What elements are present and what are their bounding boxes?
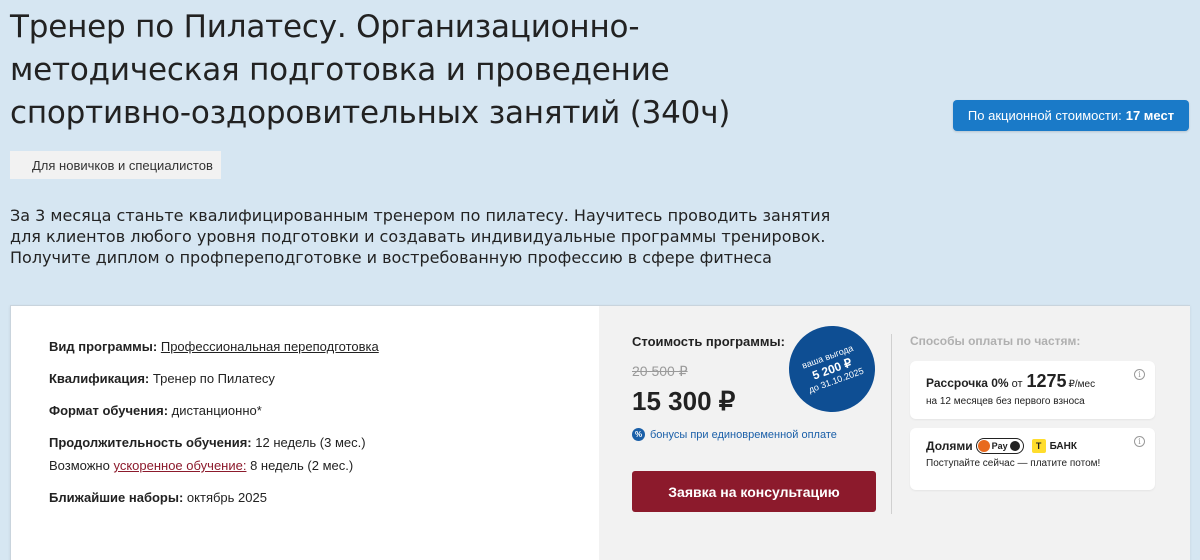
consultation-button[interactable]: Заявка на консультацию (632, 471, 876, 512)
bonus-link[interactable]: % бонусы при единовременной оплате (632, 428, 837, 441)
course-description: За 3 месяца станьте квалифицированным тр… (10, 206, 831, 267)
program-type-link[interactable]: Профессиональная переподготовка (161, 339, 379, 354)
format-row: Формат обучения: дистанционно* (49, 402, 379, 419)
accelerated-row: Возможно ускоренное обучение: 8 недель (… (49, 457, 379, 474)
installment-amount: 1275 (1026, 371, 1067, 391)
bonus-text: бонусы при единовременной оплате (650, 428, 837, 441)
program-type-row: Вид программы: Профессиональная переподг… (49, 338, 379, 355)
promo-badge: По акционной стоимости: 17 мест (953, 100, 1189, 131)
info-icon[interactable]: i (1134, 436, 1145, 447)
tbank-shield-icon: T (1031, 439, 1046, 453)
promo-prefix: По акционной стоимости: (967, 108, 1122, 123)
qualification-row: Квалификация: Тренер по Пилатесу (49, 370, 379, 387)
program-card: Вид программы: Профессиональная переподг… (10, 305, 1190, 560)
duration-value: 12 недель (3 мес.) (255, 435, 366, 450)
enrollment-value: октябрь 2025 (186, 490, 267, 505)
accelerated-link[interactable]: ускоренное обучение: (113, 458, 246, 473)
accelerated-value: 8 недель (2 мес.) (250, 458, 354, 473)
saving-badge: ваша выгода 5 200 ₽ до 31.10.2025 (776, 313, 888, 425)
price-label: Стоимость программы: (632, 334, 785, 349)
old-price: 20 500 ₽ (632, 363, 688, 379)
dolami-card[interactable]: Долями Pay T БАНК Поступайте сейчас — пл… (910, 428, 1155, 490)
installment-label: Рассрочка 0% (926, 376, 1009, 390)
tbank-name: БАНК (1049, 440, 1077, 452)
installment-sub: на 12 месяцев без первого взноса (926, 396, 1085, 407)
pricing-panel: Стоимость программы: 20 500 ₽ 15 300 ₽ в… (599, 306, 1190, 560)
audience-tag: Для новичков и специалистов (10, 151, 221, 179)
tbank-logo: T БАНК (1031, 439, 1077, 453)
page-title: Тренер по Пилатесу. Организационно-метод… (10, 9, 731, 131)
enrollment-label: Ближайшие наборы: (49, 490, 184, 505)
divider (891, 334, 892, 514)
percent-icon: % (632, 428, 645, 441)
format-label: Формат обучения: (49, 403, 169, 418)
dolami-pay-logo-icon: Pay (975, 438, 1024, 454)
format-value: дистанционно* (171, 403, 262, 418)
dolami-pay-text: Pay (991, 441, 1008, 451)
dolami-circle-icon (977, 440, 990, 452)
installment-main: Рассрочка 0% от 1275 ₽/мес (926, 371, 1139, 392)
accelerated-prefix: Возможно (49, 458, 110, 473)
program-type-label: Вид программы: (49, 339, 158, 354)
installment-unit: ₽/мес (1068, 379, 1096, 390)
info-icon[interactable]: i (1134, 369, 1145, 380)
qualification-label: Квалификация: (49, 371, 150, 386)
enrollment-row: Ближайшие наборы: октябрь 2025 (49, 489, 379, 506)
new-price: 15 300 ₽ (632, 386, 736, 416)
duration-label: Продолжительность обучения: (49, 435, 252, 450)
installment-card[interactable]: Рассрочка 0% от 1275 ₽/мес на 12 месяцев… (910, 361, 1155, 419)
promo-value: 17 мест (1125, 108, 1175, 123)
installment-from: от (1011, 378, 1023, 390)
dolami-row: Долями Pay T БАНК (926, 438, 1139, 454)
payment-title: Способы оплаты по частям: (910, 334, 1081, 348)
dolami-label: Долями (926, 439, 973, 453)
dolami-sub: Поступайте сейчас — платите потом! (926, 458, 1101, 469)
program-info: Вид программы: Профессиональная переподг… (49, 338, 379, 521)
duration-row: Продолжительность обучения: 12 недель (3… (49, 434, 379, 474)
qualification-value: Тренер по Пилатесу (152, 371, 275, 386)
dolami-dot-icon (1009, 441, 1020, 451)
